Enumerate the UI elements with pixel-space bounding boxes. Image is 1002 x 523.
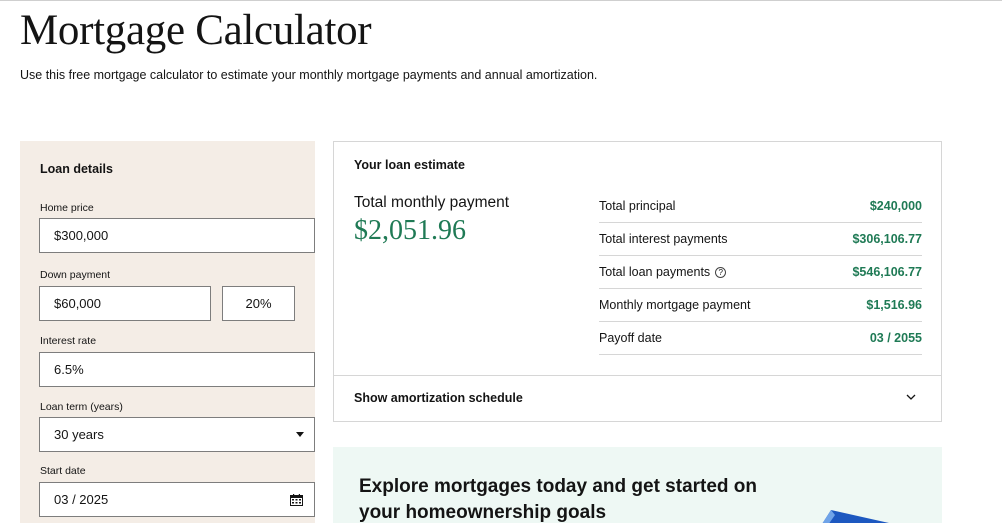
down-payment-input[interactable]: $60,000 xyxy=(39,286,211,321)
loan-estimate-card: Your loan estimate Total monthly payment… xyxy=(333,141,942,422)
calendar-icon[interactable] xyxy=(290,494,303,506)
loan-details-heading: Loan details xyxy=(40,162,113,176)
summary-label: Total loan payments xyxy=(599,265,711,279)
amortization-label: Show amortization schedule xyxy=(354,391,523,405)
interest-rate-input[interactable]: 6.5% xyxy=(39,352,315,387)
home-price-label: Home price xyxy=(40,202,94,214)
loan-estimate-heading: Your loan estimate xyxy=(354,158,465,172)
down-payment-percent-input[interactable]: 20% xyxy=(222,286,295,321)
summary-value: $240,000 xyxy=(869,199,922,213)
start-date-label: Start date xyxy=(40,465,86,477)
summary-row-payoff-date: Payoff date 03 / 2055 xyxy=(599,322,922,355)
interest-rate-label: Interest rate xyxy=(40,335,97,347)
summary-label: Total interest payments xyxy=(599,232,728,246)
summary-row-monthly-mortgage: Monthly mortgage payment $1,516.96 xyxy=(599,289,922,322)
promo-text: Explore mortgages today and get started … xyxy=(359,476,758,523)
summary-label: Payoff date xyxy=(599,331,663,345)
summary-label: Monthly mortgage payment xyxy=(599,298,751,312)
loan-details-panel: Loan details Home price $300,000 Down pa… xyxy=(20,141,315,523)
dropdown-caret-icon xyxy=(296,432,304,437)
summary-value: $1,516.96 xyxy=(866,298,922,312)
loan-term-label: Loan term (years) xyxy=(40,401,123,413)
summary-value: $306,106.77 xyxy=(852,232,922,246)
total-monthly-payment-value: $2,051.96 xyxy=(354,215,466,246)
summary-row-total-principal: Total principal $240,000 xyxy=(599,190,922,223)
summary-value: 03 / 2055 xyxy=(869,331,922,345)
summary-row-total-loan-payments: Total loan payments? $546,106.77 xyxy=(599,256,922,289)
explore-mortgages-promo: Explore mortgages today and get started … xyxy=(333,447,942,523)
down-payment-label: Down payment xyxy=(40,269,111,281)
chevron-down-icon xyxy=(906,394,916,400)
summary-label: Total principal xyxy=(599,199,676,213)
help-icon[interactable]: ? xyxy=(715,267,727,278)
amortization-toggle[interactable]: Show amortization schedule xyxy=(334,375,941,421)
down-payment-value: $60,000 xyxy=(54,296,101,311)
summary-value: $546,106.77 xyxy=(852,265,922,279)
house-illustration xyxy=(822,510,889,523)
page-subtitle: Use this free mortgage calculator to est… xyxy=(20,68,598,82)
loan-term-select[interactable]: 30 years xyxy=(39,417,315,452)
loan-term-value: 30 years xyxy=(54,427,104,442)
summary-row-total-interest: Total interest payments $306,106.77 xyxy=(599,223,922,256)
start-date-value: 03 / 2025 xyxy=(54,492,109,507)
page-title: Mortgage Calculator xyxy=(20,7,372,54)
interest-rate-value: 6.5% xyxy=(54,362,84,377)
summary-label-wrap: Total loan payments? xyxy=(599,265,727,279)
home-price-input[interactable]: $300,000 xyxy=(39,218,315,253)
top-divider xyxy=(0,0,1002,1)
start-date-input[interactable]: 03 / 2025 xyxy=(39,482,315,517)
home-price-value: $300,000 xyxy=(54,228,109,243)
total-monthly-payment-label: Total monthly payment xyxy=(354,194,510,211)
down-payment-percent-value: 20% xyxy=(245,296,272,311)
